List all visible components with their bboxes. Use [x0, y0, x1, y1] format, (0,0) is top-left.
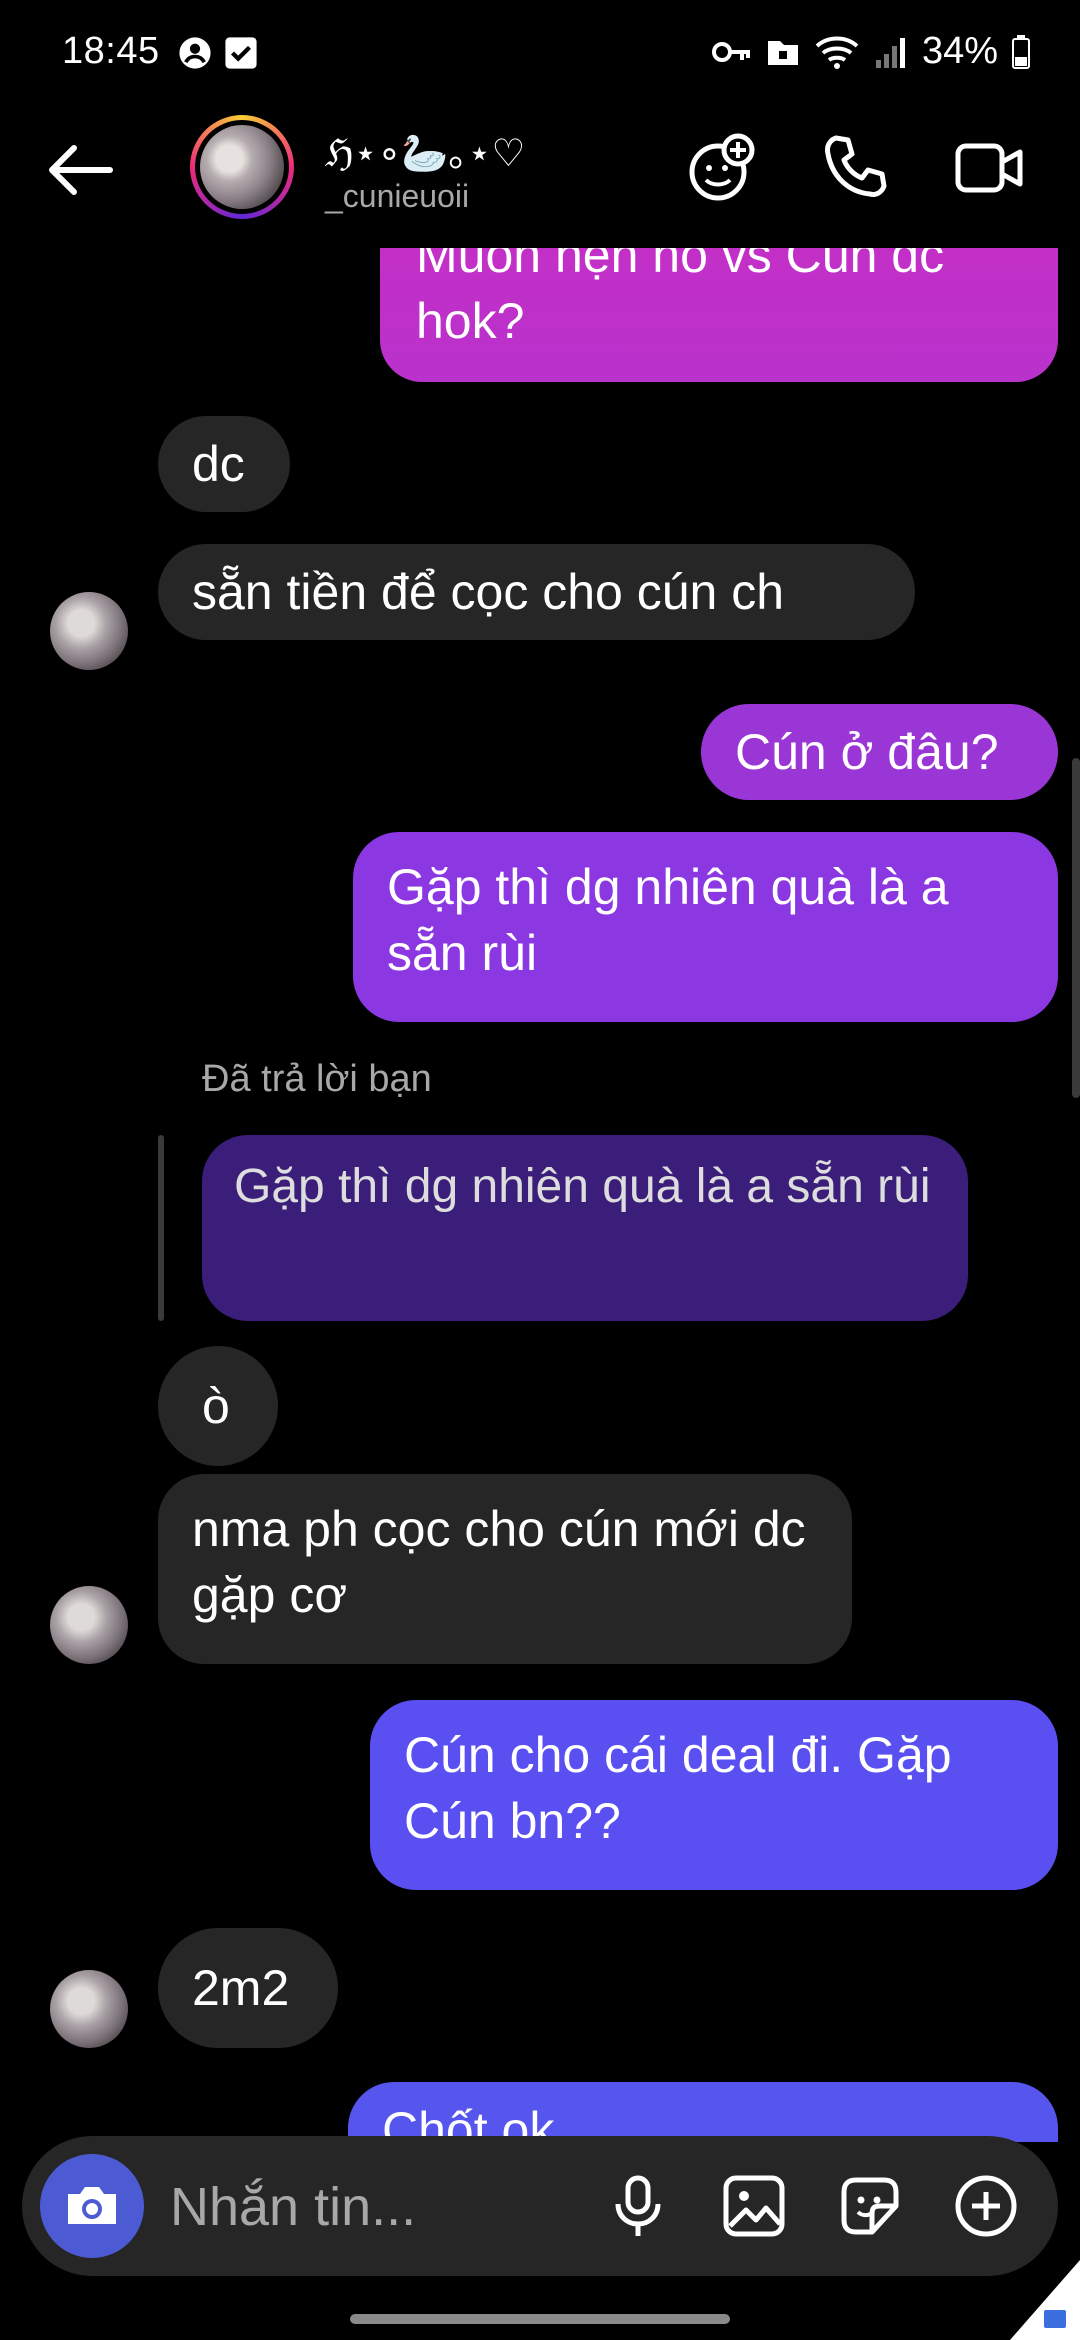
quoted-message[interactable]: Gặp thì dg nhiên quà là a sẵn rùi: [202, 1135, 968, 1321]
outgoing-message[interactable]: Cún ở đâu?: [701, 704, 1058, 800]
sticker-icon[interactable]: [834, 2170, 906, 2242]
message-text: Gặp thì dg nhiên quà là a sẵn rùi: [387, 859, 949, 981]
wifi-icon: [815, 36, 859, 69]
sender-avatar[interactable]: [50, 1970, 128, 2048]
signal-icon: [875, 37, 905, 68]
folder-lock-icon: [767, 40, 798, 65]
add-plus-icon[interactable]: [950, 2170, 1022, 2242]
scrollbar[interactable]: [1072, 758, 1080, 1098]
reply-indicator-bar: [158, 1135, 164, 1321]
message-text: nma ph cọc cho cún mới dc gặp cơ: [192, 1501, 806, 1623]
microphone-icon[interactable]: [602, 2170, 674, 2242]
camera-button[interactable]: [40, 2154, 144, 2258]
message-text: Muốn hẹn hò vs Cún dc hok?: [416, 248, 945, 349]
incoming-message[interactable]: sẵn tiền để cọc cho cún ch: [158, 544, 915, 640]
message-text: ò: [202, 1378, 230, 1434]
outgoing-message[interactable]: Gặp thì dg nhiên quà là a sẵn rùi: [353, 832, 1058, 1022]
status-time: 18:45: [62, 30, 160, 72]
account-icon: [179, 37, 211, 69]
contact-username[interactable]: _cunieuoii: [325, 178, 469, 215]
phone-icon[interactable]: [818, 130, 894, 206]
message-input[interactable]: Nhắn tin...: [170, 2176, 416, 2238]
profile-avatar[interactable]: [190, 115, 294, 219]
message-text: Cún ở đâu?: [735, 724, 999, 780]
camera-icon: [68, 2187, 116, 2224]
gallery-icon[interactable]: [718, 2170, 790, 2242]
reply-label: Đã trả lời bạn: [202, 1058, 432, 1100]
message-text: sẵn tiền để cọc cho cún ch: [192, 564, 785, 620]
incoming-message[interactable]: ò: [158, 1346, 278, 1466]
message-text: Cún cho cái deal đi. Gặp Cún bn??: [404, 1727, 952, 1849]
message-text: 2m2: [192, 1960, 290, 2016]
message-text: dc: [192, 436, 245, 492]
video-camera-icon[interactable]: [952, 130, 1028, 206]
status-bar: 18:45 34%: [0, 0, 1080, 110]
incoming-message[interactable]: nma ph cọc cho cún mới dc gặp cơ: [158, 1474, 852, 1664]
profile-photo: [200, 125, 284, 209]
add-effects-icon[interactable]: [684, 130, 760, 206]
battery-percent: 34%: [921, 30, 998, 72]
outgoing-message[interactable]: Chốt ok...: [348, 2082, 1058, 2142]
sender-avatar[interactable]: [50, 1586, 128, 1664]
outgoing-message[interactable]: Cún cho cái deal đi. Gặp Cún bn??: [370, 1700, 1058, 1890]
sender-avatar[interactable]: [50, 592, 128, 670]
outgoing-message[interactable]: Muốn hẹn hò vs Cún dc hok?: [380, 248, 1058, 382]
incoming-message[interactable]: 2m2: [158, 1928, 338, 2048]
home-indicator[interactable]: [350, 2314, 730, 2324]
battery-icon: [1012, 34, 1030, 69]
checkbox-notification-icon: [225, 37, 257, 69]
quoted-text: Gặp thì dg nhiên quà là a sẵn rùi: [234, 1160, 931, 1213]
floating-widget-corner[interactable]: [1010, 2260, 1080, 2340]
vpn-key-icon: [711, 41, 750, 62]
back-arrow-icon[interactable]: [40, 130, 120, 210]
contact-display-name[interactable]: ℌ⋆∘🦢｡⋆♡: [325, 122, 525, 177]
message-composer: Nhắn tin...: [22, 2136, 1058, 2276]
incoming-message[interactable]: dc: [158, 416, 290, 512]
